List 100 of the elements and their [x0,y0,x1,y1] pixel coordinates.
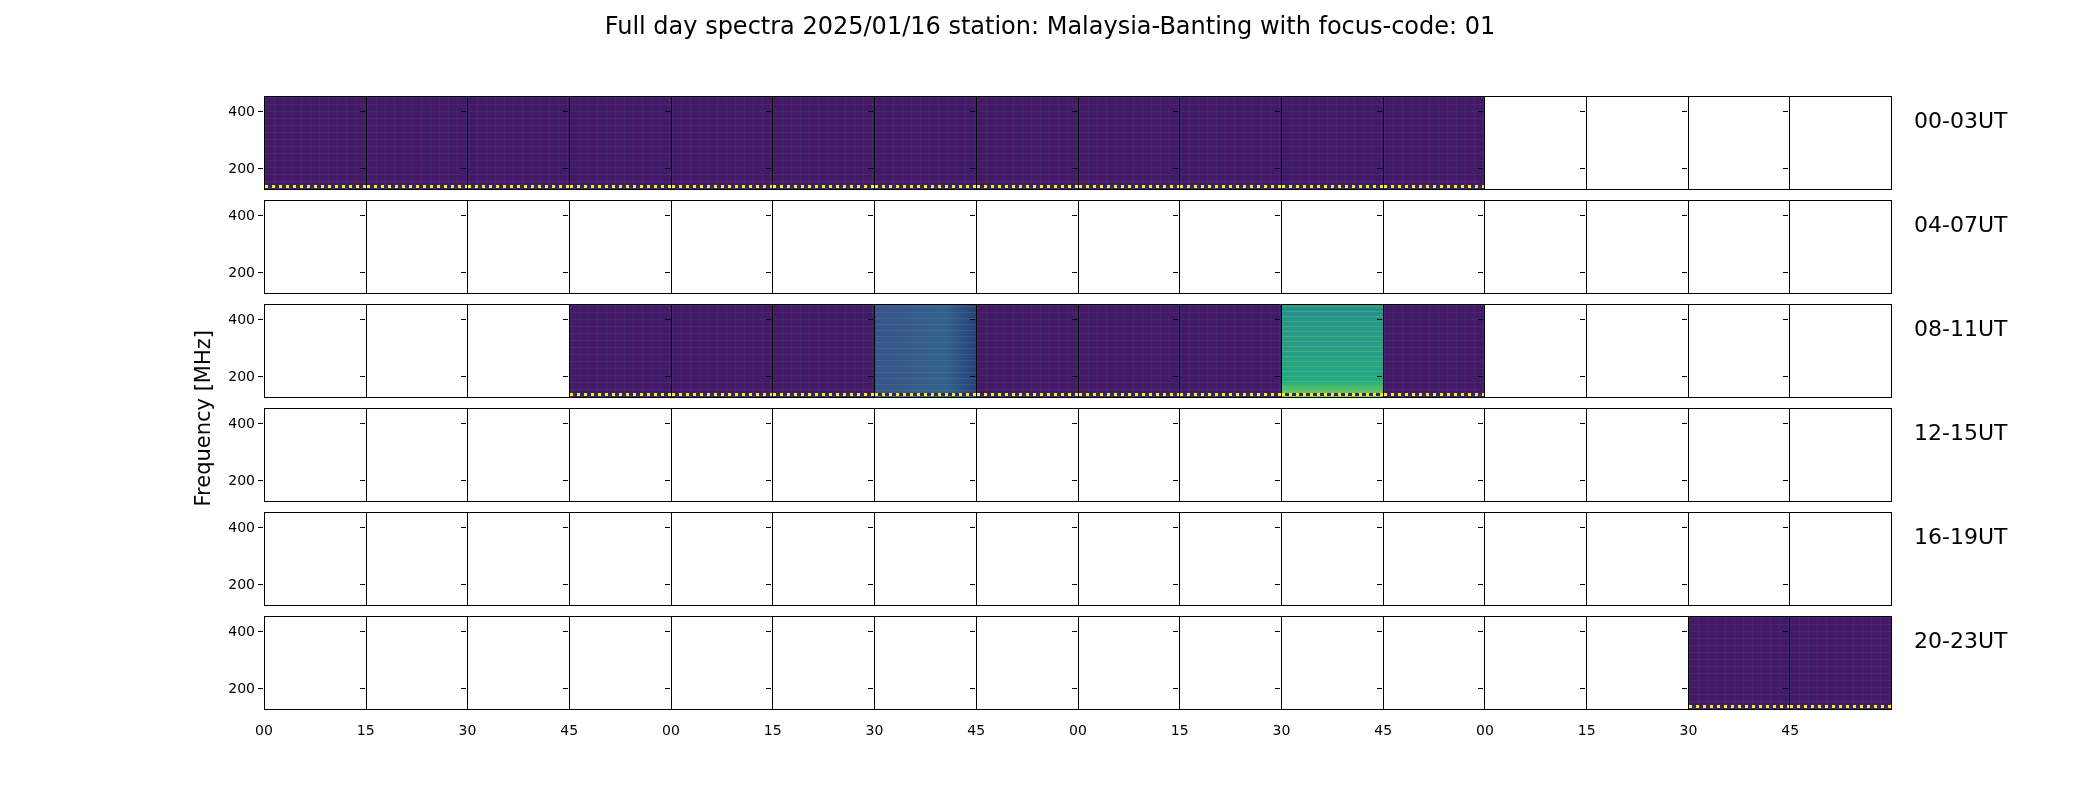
tick-mark [359,480,365,482]
tick-mark [1478,631,1484,633]
tick-mark [563,319,569,321]
tick-mark [1681,111,1687,113]
tick-label: 200 [228,160,255,177]
tick-mark [359,319,365,321]
tick-mark [1681,584,1687,586]
tick-mark [1071,168,1077,170]
tick-mark [969,688,975,690]
tick-mark [1274,480,1280,482]
tick-mark [1579,111,1585,113]
tick-mark [766,272,772,274]
tick-mark [969,168,975,170]
tick-mark [359,631,365,633]
tick-mark [1579,272,1585,274]
tick-mark [1376,423,1382,425]
tick-mark [461,168,467,170]
tick-mark [1173,527,1179,529]
tick-mark [461,688,467,690]
tick-mark [461,584,467,586]
tick-mark [1274,215,1280,217]
tick-mark [969,527,975,529]
tick-mark [1478,319,1484,321]
row-label: 04-07UT [1913,211,2008,239]
tick-mark [1783,168,1789,170]
row-label: 08-11UT [1913,315,2008,343]
tick-mark [1783,584,1789,586]
tick-mark [1681,480,1687,482]
axis-label: Frequency [MHz] [191,329,215,507]
tick-mark [1376,215,1382,217]
tick-label: 400 [228,207,255,224]
tick-mark [1579,168,1585,170]
tick-mark [766,319,772,321]
tick-mark [563,168,569,170]
tick-mark [1071,319,1077,321]
tick-mark [1681,376,1687,378]
tick-mark [258,631,263,633]
tick-mark [258,319,263,321]
tick-mark [461,631,467,633]
tick-label: 45 [560,722,579,738]
tick-mark [766,480,772,482]
tick-label: 400 [228,519,255,536]
tick-mark [868,272,874,274]
tick-mark [359,423,365,425]
tick-mark [359,215,365,217]
tick-mark [1173,423,1179,425]
tick-mark [461,480,467,482]
tick-mark [359,376,365,378]
tick-mark [664,376,670,378]
tick-mark [1376,168,1382,170]
tick-mark [969,423,975,425]
tick-mark [1783,215,1789,217]
tick-mark [868,480,874,482]
tick-mark [1071,215,1077,217]
tick-mark [766,376,772,378]
tick-label: 15 [763,722,782,738]
tick-mark [664,215,670,217]
tick-mark [1274,319,1280,321]
tick-mark [1274,631,1280,633]
tick-mark [1783,319,1789,321]
tick-mark [969,272,975,274]
tick-mark [1376,527,1382,529]
tick-mark [1478,272,1484,274]
tick-mark [1579,423,1585,425]
tick-mark [766,631,772,633]
tick-mark [969,480,975,482]
row-label: 16-19UT [1913,523,2008,551]
row-label: 12-15UT [1913,419,2008,447]
tick-label: 200 [228,264,255,281]
tick-mark [1376,480,1382,482]
tick-mark [258,215,263,217]
tick-mark [1071,272,1077,274]
tick-mark [461,111,467,113]
tick-mark [563,480,569,482]
tick-mark [1071,527,1077,529]
tick-mark [1579,480,1585,482]
tick-mark [1478,215,1484,217]
tick-mark [563,527,569,529]
row-label: 00-03UT [1913,107,2008,135]
tick-mark [868,631,874,633]
tick-mark [1579,319,1585,321]
tick-mark [461,423,467,425]
tick-mark [766,584,772,586]
tick-mark [1071,423,1077,425]
tick-mark [258,272,263,274]
tick-mark [563,111,569,113]
tick-mark [868,688,874,690]
tick-mark [1579,688,1585,690]
tick-mark [258,527,263,529]
tick-mark [461,319,467,321]
tick-mark [359,272,365,274]
tick-mark [1274,376,1280,378]
tick-mark [868,584,874,586]
tick-mark [664,584,670,586]
tick-mark [1681,423,1687,425]
tick-mark [1783,631,1789,633]
tick-mark [258,688,263,690]
tick-mark [1274,423,1280,425]
tick-mark [1579,215,1585,217]
tick-mark [1478,584,1484,586]
